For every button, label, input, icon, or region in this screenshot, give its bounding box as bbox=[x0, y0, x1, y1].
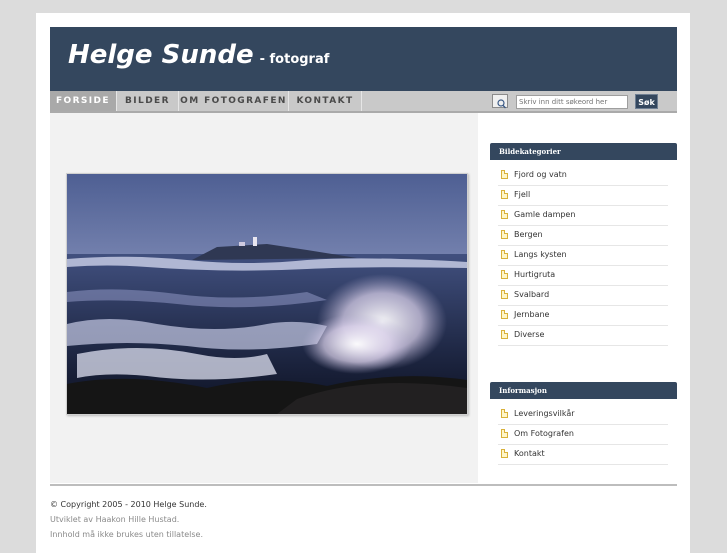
info-item[interactable]: Kontakt bbox=[498, 445, 668, 465]
document-icon bbox=[501, 270, 508, 279]
site-title-name: Helge Sunde bbox=[68, 40, 254, 70]
document-icon bbox=[501, 170, 508, 179]
document-icon bbox=[501, 310, 508, 319]
info-list: Leveringsvilkår Om Fotografen Kontakt bbox=[498, 405, 668, 465]
info-heading: Informasjon bbox=[490, 382, 677, 399]
category-item[interactable]: Svalbard bbox=[498, 286, 668, 306]
document-icon bbox=[501, 449, 508, 458]
nav-item-forside[interactable]: FORSIDE bbox=[50, 91, 117, 111]
document-icon bbox=[501, 210, 508, 219]
nav-item-bilder[interactable]: BILDER bbox=[117, 91, 179, 111]
document-icon bbox=[501, 230, 508, 239]
nav-item-kontakt[interactable]: KONTAKT bbox=[289, 91, 362, 111]
category-item[interactable]: Gamle dampen bbox=[498, 206, 668, 226]
category-item[interactable]: Langs kysten bbox=[498, 246, 668, 266]
categories-list: Fjord og vatn Fjell Gamle dampen Bergen … bbox=[498, 166, 668, 346]
info-item[interactable]: Leveringsvilkår bbox=[498, 405, 668, 425]
footer-copyright: © Copyright 2005 - 2010 Helge Sunde. bbox=[50, 500, 207, 509]
search-icon[interactable] bbox=[492, 94, 508, 109]
featured-photo[interactable] bbox=[66, 173, 468, 415]
footer-divider bbox=[50, 484, 677, 486]
category-item[interactable]: Jernbane bbox=[498, 306, 668, 326]
document-icon bbox=[501, 290, 508, 299]
site-footer: © Copyright 2005 - 2010 Helge Sunde. Utv… bbox=[50, 497, 207, 542]
category-item[interactable]: Diverse bbox=[498, 326, 668, 346]
category-item[interactable]: Hurtigruta bbox=[498, 266, 668, 286]
sidebar: Bildekategorier Fjord og vatn Fjell Gaml… bbox=[478, 113, 677, 483]
footer-notice: Innhold må ikke brukes uten tillatelse. bbox=[50, 530, 203, 539]
search-input[interactable] bbox=[516, 95, 628, 109]
site-header: Helge Sunde - fotograf bbox=[50, 27, 677, 91]
document-icon bbox=[501, 250, 508, 259]
nav-item-om-fotografen[interactable]: OM FOTOGRAFEN bbox=[179, 91, 289, 111]
site-title[interactable]: Helge Sunde - fotograf bbox=[68, 39, 329, 76]
page-container: Helge Sunde - fotograf FORSIDE BILDER OM … bbox=[36, 13, 690, 553]
document-icon bbox=[501, 409, 508, 418]
search-button[interactable]: Søk bbox=[635, 94, 658, 109]
site-subtitle: - fotograf bbox=[259, 52, 330, 67]
main-nav: FORSIDE BILDER OM FOTOGRAFEN KONTAKT Søk bbox=[50, 91, 677, 113]
featured-photo-image bbox=[67, 174, 467, 414]
category-item[interactable]: Bergen bbox=[498, 226, 668, 246]
category-item[interactable]: Fjord og vatn bbox=[498, 166, 668, 186]
categories-heading: Bildekategorier bbox=[490, 143, 677, 160]
category-item[interactable]: Fjell bbox=[498, 186, 668, 206]
info-item[interactable]: Om Fotografen bbox=[498, 425, 668, 445]
document-icon bbox=[501, 330, 508, 339]
footer-developer: Utviklet av Haakon Hille Hustad. bbox=[50, 515, 180, 524]
document-icon bbox=[501, 429, 508, 438]
document-icon bbox=[501, 190, 508, 199]
main-content bbox=[50, 113, 478, 483]
